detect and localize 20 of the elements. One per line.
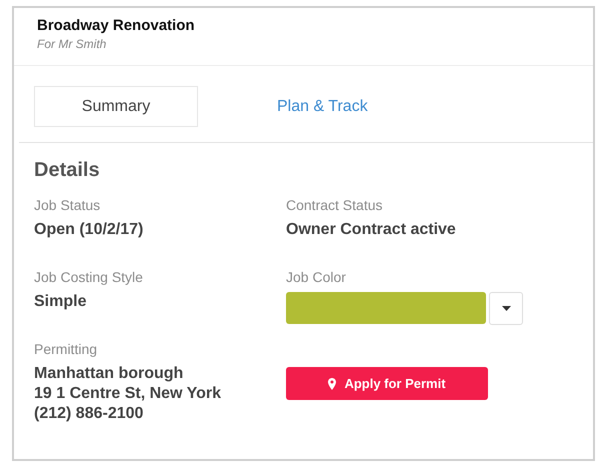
color-swatch[interactable]: [286, 292, 486, 324]
field-label: Permitting: [34, 341, 98, 357]
field-value: Simple: [34, 292, 88, 312]
field-value: 19 1 Centre St, New York: [34, 384, 222, 404]
field-value: Owner Contract active: [286, 220, 457, 240]
field-value: Manhattan borough: [34, 364, 184, 384]
tab[interactable]: Summary: [34, 86, 198, 127]
field-label: Job Costing Style: [34, 269, 144, 285]
client-subtitle: For Mr Smith: [37, 37, 108, 51]
project-title: Broadway Renovation: [37, 17, 196, 34]
field-label: Job Color: [286, 269, 347, 285]
field-value: Open (10/2/17): [34, 220, 144, 240]
field-label: Contract Status: [286, 197, 384, 213]
section-heading: Details: [34, 159, 101, 182]
apply-permit-button[interactable]: Apply for Permit: [286, 367, 488, 400]
field-label: Job Status: [34, 197, 102, 213]
dropdown-button[interactable]: [489, 292, 523, 325]
map-pin-icon: [328, 378, 336, 390]
field-value: (212) 886-2100: [34, 404, 144, 424]
caret-icon: [502, 306, 510, 311]
